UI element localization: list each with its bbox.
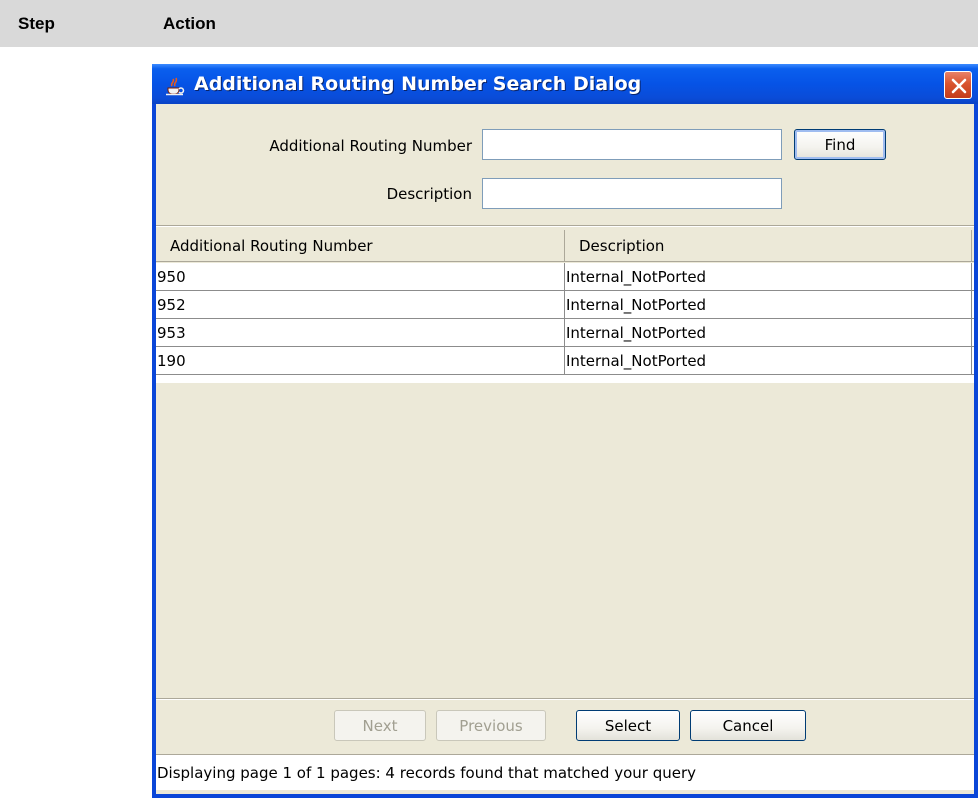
dialog-content: Additional Routing Number Find Descripti… — [156, 104, 974, 794]
routing-number-input[interactable] — [482, 129, 782, 160]
previous-button[interactable]: Previous — [436, 710, 546, 741]
column-header-routing-number[interactable]: Additional Routing Number — [156, 230, 565, 261]
description-cell: Internal_NotPorted — [565, 291, 972, 318]
table-row[interactable]: 952 Internal_NotPorted — [156, 291, 974, 319]
next-button[interactable]: Next — [334, 710, 426, 741]
step-column-header: Step — [18, 14, 55, 33]
close-button[interactable] — [944, 71, 972, 99]
table-row[interactable]: 190 Internal_NotPorted — [156, 347, 974, 375]
table-header-row: Additional Routing Number Description — [156, 230, 974, 262]
description-input[interactable] — [482, 178, 782, 209]
status-bar: Displaying page 1 of 1 pages: 4 records … — [156, 754, 974, 790]
table-body: 950 Internal_NotPorted 952 Internal_NotP… — [156, 263, 974, 383]
description-cell: Internal_NotPorted — [565, 319, 972, 346]
table-row[interactable]: 953 Internal_NotPorted — [156, 319, 974, 347]
action-column-header: Action — [163, 14, 216, 33]
description-label: Description — [386, 185, 472, 203]
routing-number-label: Additional Routing Number — [269, 137, 472, 155]
routing-number-cell: 950 — [156, 263, 565, 290]
find-button[interactable]: Find — [794, 129, 886, 160]
status-message: Displaying page 1 of 1 pages: 4 records … — [157, 764, 696, 782]
title-bar[interactable]: Additional Routing Number Search Dialog — [152, 64, 978, 104]
table-bottom-divider — [156, 698, 974, 700]
column-header-description[interactable]: Description — [565, 230, 972, 261]
document-table-header: Step Action — [0, 0, 978, 47]
form-divider — [156, 225, 974, 227]
routing-number-cell: 952 — [156, 291, 565, 318]
search-dialog-window: Additional Routing Number Search Dialog … — [152, 64, 978, 798]
cancel-button[interactable]: Cancel — [690, 710, 806, 741]
close-icon — [951, 78, 967, 94]
description-cell: Internal_NotPorted — [565, 347, 972, 374]
results-table[interactable]: Additional Routing Number Description 95… — [156, 230, 974, 698]
description-cell: Internal_NotPorted — [565, 263, 972, 290]
routing-number-cell: 953 — [156, 319, 565, 346]
select-button[interactable]: Select — [576, 710, 680, 741]
java-coffee-cup-icon — [164, 74, 186, 96]
routing-number-cell: 190 — [156, 347, 565, 374]
table-row[interactable]: 950 Internal_NotPorted — [156, 263, 974, 291]
window-title: Additional Routing Number Search Dialog — [194, 73, 642, 95]
